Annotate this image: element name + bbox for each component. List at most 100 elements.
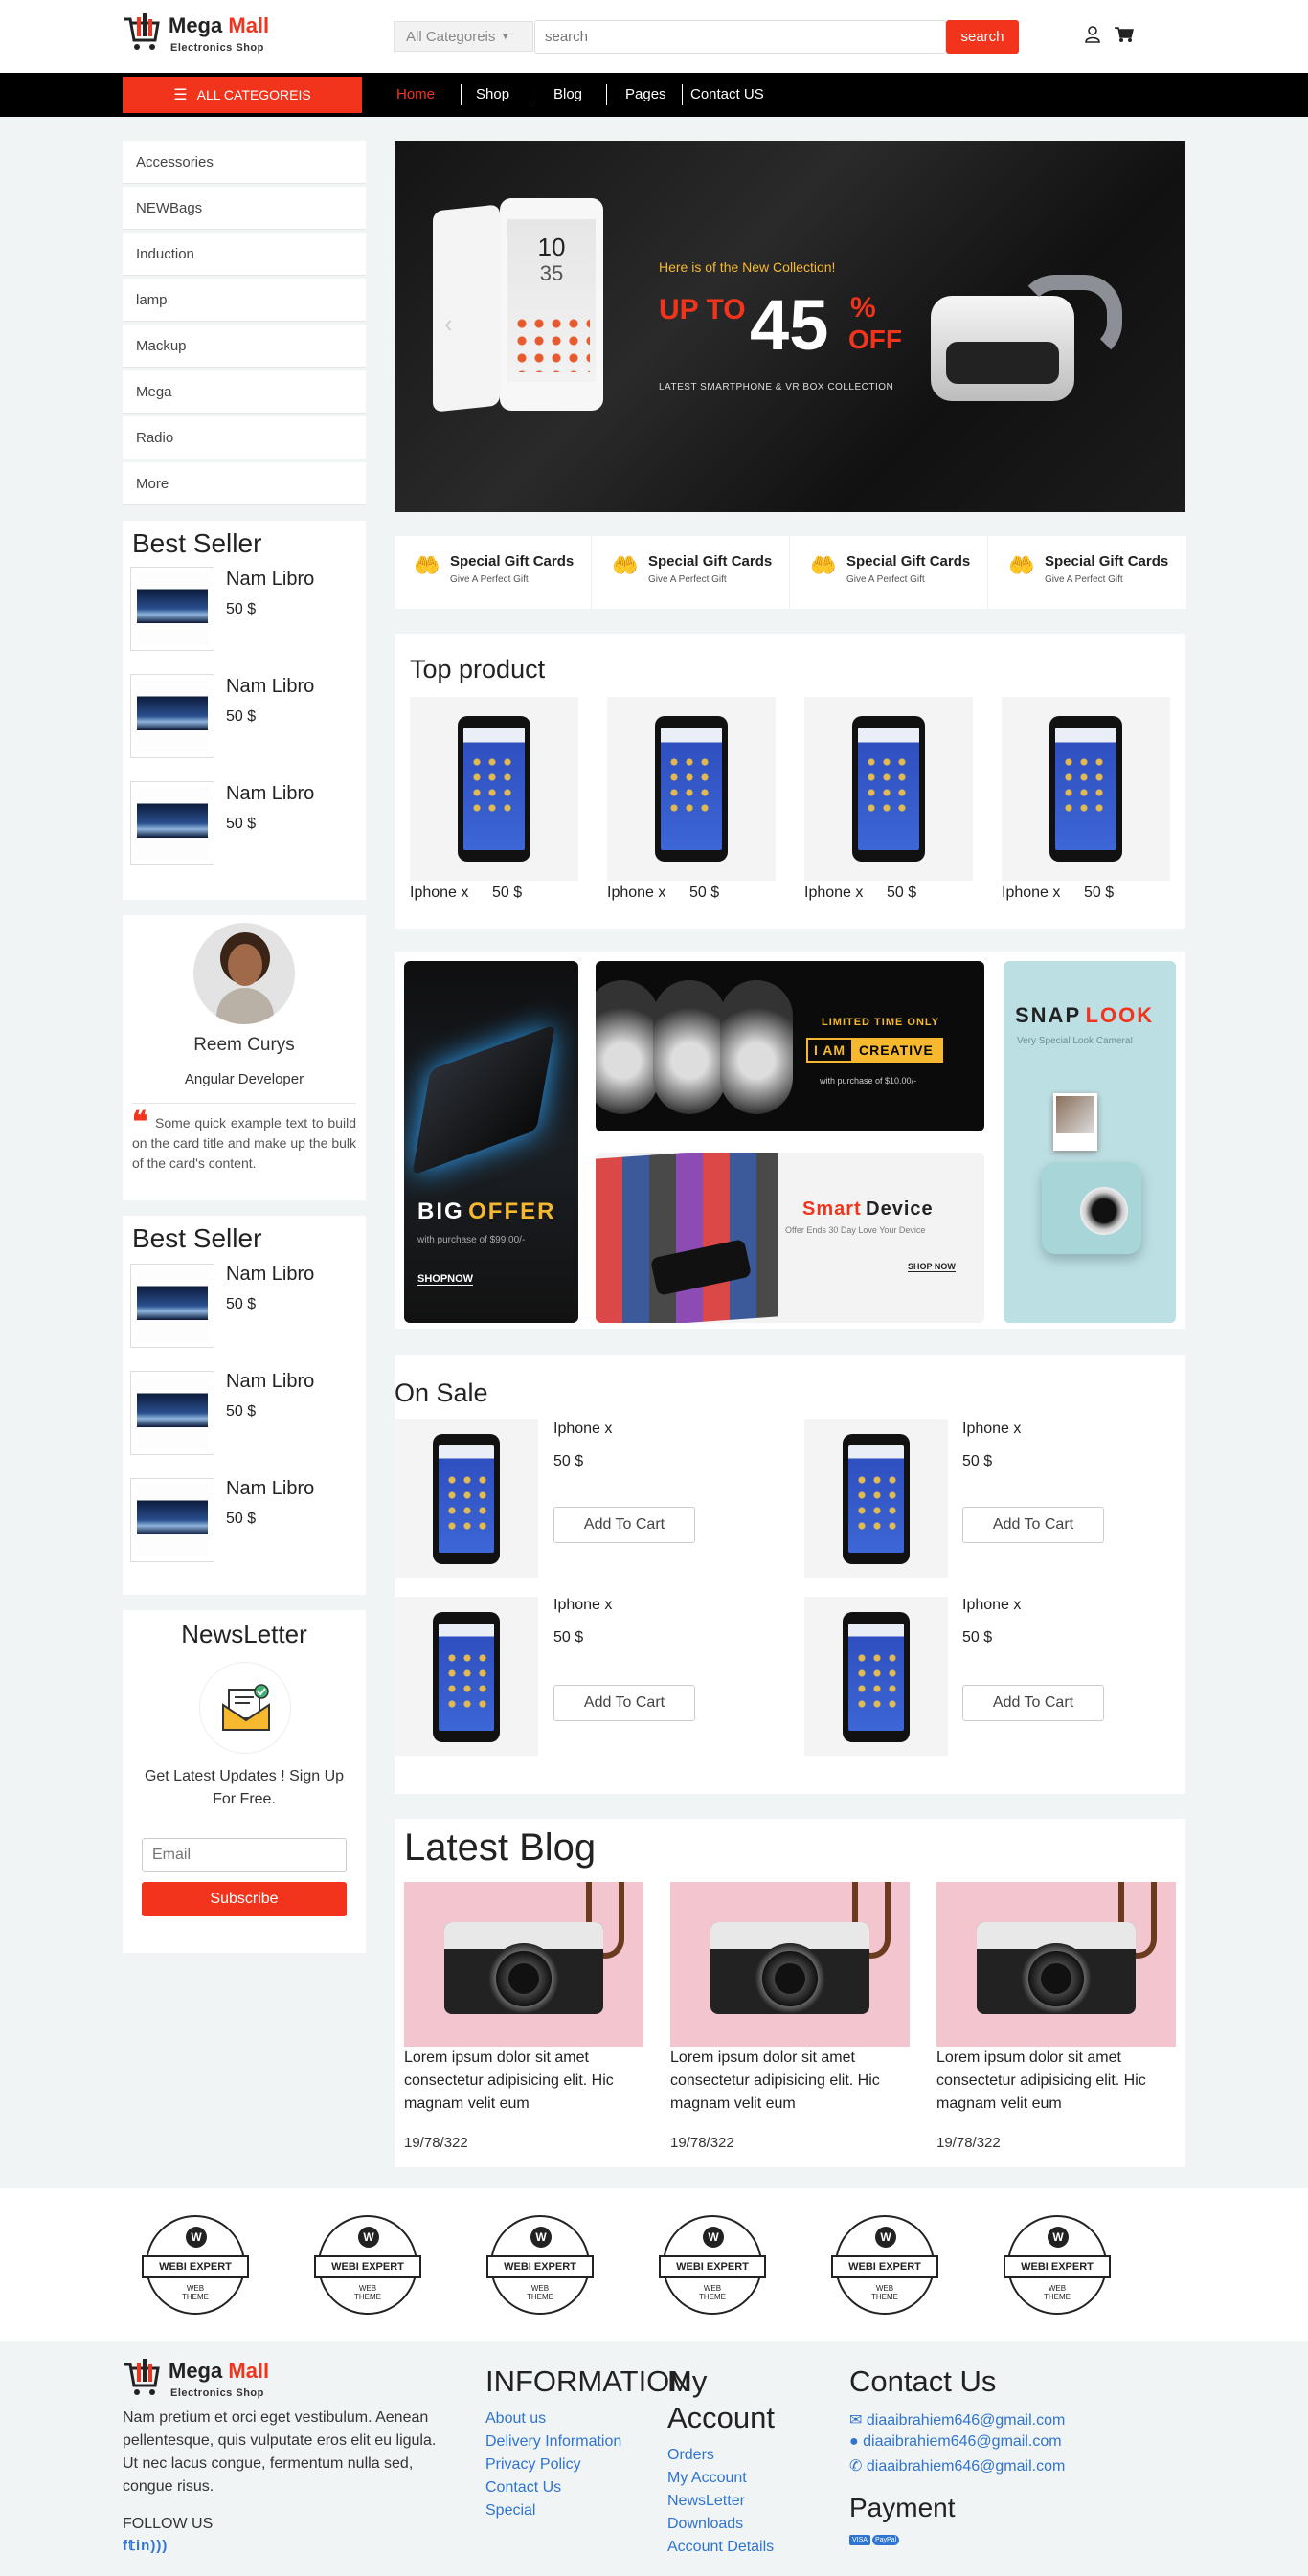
product-thumb[interactable]: [130, 781, 214, 865]
product-thumb[interactable]: [130, 1264, 214, 1348]
twitter-icon[interactable]: 𝕥: [128, 2538, 136, 2554]
category-item-radio[interactable]: Radio: [123, 416, 366, 459]
contact-email-row[interactable]: ✉ diaaibrahiem646@gmail.com: [849, 2410, 1065, 2430]
hero-prev-icon[interactable]: ‹: [444, 309, 453, 339]
add-to-cart-button[interactable]: Add To Cart: [962, 1507, 1104, 1543]
user-icon[interactable]: [1085, 26, 1100, 43]
gift-card-item[interactable]: 🤲 Special Gift Cards Give A Perfect Gift: [989, 536, 1186, 609]
product-name[interactable]: Nam Libro: [226, 676, 314, 698]
product-thumb[interactable]: [130, 567, 214, 651]
product-name[interactable]: Nam Libro: [226, 569, 314, 591]
brand-logo-badge[interactable]: W WEBI EXPERT WEB THEME: [142, 2215, 249, 2315]
product-name[interactable]: Iphone x: [1002, 885, 1060, 902]
footer-link-privacy[interactable]: Privacy Policy: [485, 2456, 581, 2474]
best-seller-title: Best Seller: [132, 528, 262, 558]
product-card[interactable]: [804, 697, 973, 881]
category-item-newbags[interactable]: NEWBags: [123, 187, 366, 229]
sale-product-image[interactable]: [395, 1419, 538, 1578]
nav-blog[interactable]: Blog: [553, 86, 582, 102]
brand-logo-badge[interactable]: W WEBI EXPERT WEB THEME: [486, 2215, 594, 2315]
blog-image[interactable]: [404, 1882, 643, 2047]
contact-location-row[interactable]: ● diaaibrahiem646@gmail.com: [849, 2433, 1062, 2451]
footer-link-my-account[interactable]: My Account: [667, 2470, 747, 2487]
search-button[interactable]: search: [946, 20, 1019, 54]
product-card[interactable]: [1002, 697, 1170, 881]
product-name[interactable]: Nam Libro: [226, 1371, 314, 1393]
footer-link-special[interactable]: Special: [485, 2502, 535, 2520]
category-item-more[interactable]: More: [123, 462, 366, 504]
footer-link-newsletter[interactable]: NewsLetter: [667, 2493, 745, 2510]
nav-home[interactable]: Home: [396, 86, 435, 102]
rss-icon[interactable]: ))): [150, 2538, 168, 2554]
email-field[interactable]: [142, 1838, 347, 1872]
add-to-cart-button[interactable]: Add To Cart: [553, 1507, 695, 1543]
brand-logo-badge[interactable]: W WEBI EXPERT WEB THEME: [314, 2215, 421, 2315]
cart-icon[interactable]: [1115, 26, 1134, 43]
add-to-cart-button[interactable]: Add To Cart: [553, 1685, 695, 1721]
blog-excerpt[interactable]: Lorem ipsum dolor sit amet consectetur a…: [936, 2047, 1176, 2116]
gift-card-item[interactable]: 🤲 Special Gift Cards Give A Perfect Gift: [395, 536, 592, 609]
linkedin-icon[interactable]: in: [136, 2538, 150, 2554]
product-name[interactable]: Iphone x: [410, 885, 468, 902]
nav-shop[interactable]: Shop: [476, 86, 509, 102]
category-item-induction[interactable]: Induction: [123, 233, 366, 275]
product-card[interactable]: [607, 697, 776, 881]
product-name[interactable]: Iphone x: [607, 885, 665, 902]
product-name[interactable]: Iphone x: [553, 1597, 612, 1614]
footer-link-orders[interactable]: Orders: [667, 2447, 714, 2464]
nav-contact[interactable]: Contact US: [690, 86, 764, 102]
brand-logo-badge[interactable]: W WEBI EXPERT WEB THEME: [831, 2215, 938, 2315]
product-name[interactable]: Nam Libro: [226, 783, 314, 805]
creative-banner[interactable]: LIMITED TIME ONLY I AM CREATIVE with pur…: [596, 961, 984, 1131]
contact-phone-row[interactable]: ✆ diaaibrahiem646@gmail.com: [849, 2456, 1065, 2475]
hero-line2: LATEST SMARTPHONE & VR BOX COLLECTION: [659, 382, 894, 392]
footer-link-contact[interactable]: Contact Us: [485, 2479, 561, 2497]
sale-product-image[interactable]: [395, 1597, 538, 1756]
snap-look-banner[interactable]: SNAP LOOK Very Special Look Camera!: [1004, 961, 1176, 1323]
brand-logo-badge[interactable]: W WEBI EXPERT WEB THEME: [659, 2215, 766, 2315]
category-item-lamp[interactable]: lamp: [123, 279, 366, 321]
product-name[interactable]: Iphone x: [553, 1421, 612, 1438]
footer-link-downloads[interactable]: Downloads: [667, 2516, 743, 2533]
product-card[interactable]: [410, 697, 578, 881]
envelope-icon: ✉: [849, 2412, 863, 2429]
category-item-accessories[interactable]: Accessories: [123, 141, 366, 183]
product-name[interactable]: Iphone x: [804, 885, 863, 902]
search-input[interactable]: [534, 20, 946, 54]
product-thumb[interactable]: [130, 1478, 214, 1562]
category-item-mackup[interactable]: Mackup: [123, 325, 366, 367]
big-offer-banner[interactable]: BIG OFFER with purchase of $99.00/- SHOP…: [404, 961, 578, 1323]
product-name[interactable]: Nam Libro: [226, 1264, 314, 1286]
blog-excerpt[interactable]: Lorem ipsum dolor sit amet consectetur a…: [670, 2047, 910, 2116]
footer-link-about[interactable]: About us: [485, 2410, 546, 2428]
brand-logo-badge[interactable]: W WEBI EXPERT WEB THEME: [1004, 2215, 1111, 2315]
badge-sub2: THEME: [1044, 2293, 1071, 2301]
subscribe-button[interactable]: Subscribe: [142, 1882, 347, 1916]
smart-shopnow-link[interactable]: SHOP NOW: [908, 1262, 956, 1272]
product-name[interactable]: Iphone x: [962, 1597, 1021, 1614]
all-categories-button[interactable]: ☰ ALL CATEGOREIS: [123, 77, 362, 113]
product-thumb[interactable]: [130, 1371, 214, 1455]
category-select[interactable]: All Categoreis ▼: [394, 21, 533, 52]
product-thumb[interactable]: [130, 674, 214, 758]
badge-sub1: WEB: [1048, 2284, 1067, 2293]
product-name[interactable]: Nam Libro: [226, 1478, 314, 1500]
blog-image[interactable]: [936, 1882, 1176, 2047]
sale-product-image[interactable]: [804, 1419, 948, 1578]
blog-excerpt[interactable]: Lorem ipsum dolor sit amet consectetur a…: [404, 2047, 643, 2116]
add-to-cart-button[interactable]: Add To Cart: [962, 1685, 1104, 1721]
footer-brand-logo[interactable]: Mega Mall Electronics Shop: [123, 2359, 295, 2407]
brand-logo[interactable]: Mega Mall Electronics Shop: [123, 13, 295, 61]
footer-link-account-details[interactable]: Account Details: [667, 2539, 774, 2556]
footer-link-delivery[interactable]: Delivery Information: [485, 2433, 621, 2451]
shopnow-link[interactable]: SHOPNOW: [417, 1273, 474, 1286]
hero-banner[interactable]: 10 35 ‹ Here is of the New Collection! U…: [395, 141, 1185, 512]
nav-pages[interactable]: Pages: [625, 86, 666, 102]
category-item-mega[interactable]: Mega: [123, 370, 366, 413]
gift-card-item[interactable]: 🤲 Special Gift Cards Give A Perfect Gift: [593, 536, 790, 609]
smart-device-banner[interactable]: Smart Device Offer Ends 30 Day Love Your…: [596, 1153, 984, 1323]
blog-image[interactable]: [670, 1882, 910, 2047]
gift-card-item[interactable]: 🤲 Special Gift Cards Give A Perfect Gift: [791, 536, 988, 609]
product-name[interactable]: Iphone x: [962, 1421, 1021, 1438]
sale-product-image[interactable]: [804, 1597, 948, 1756]
